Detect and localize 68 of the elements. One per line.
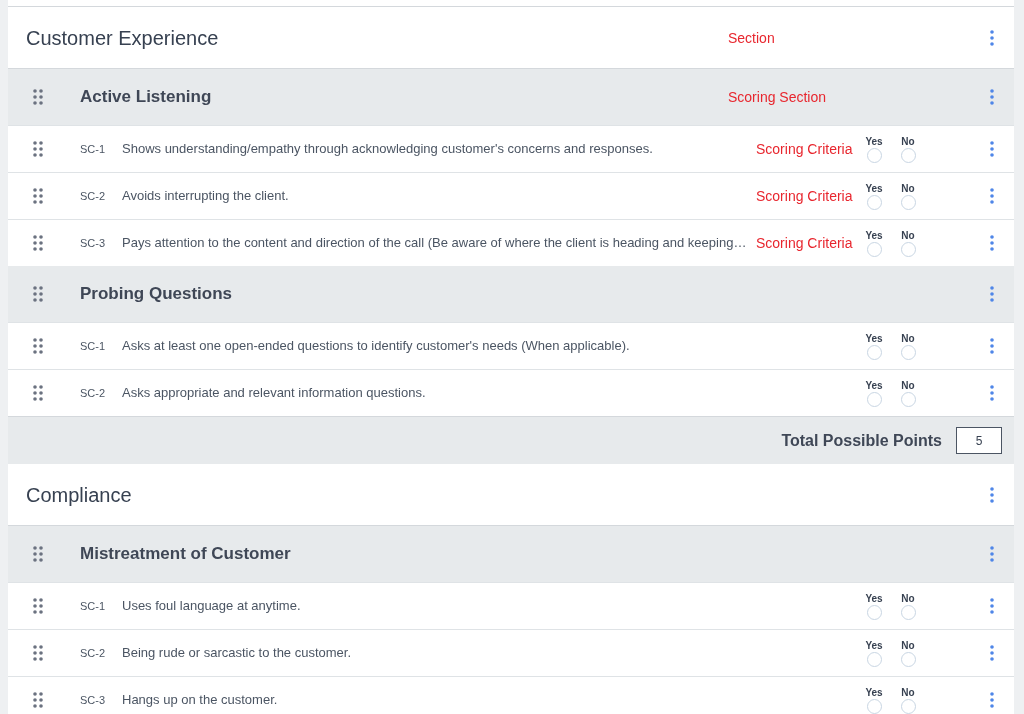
criterion-code: SC-1 (80, 141, 107, 157)
radio-option[interactable]: No (898, 686, 918, 714)
radio-option[interactable]: No (898, 379, 918, 407)
criterion-text: Asks at least one open-ended questions to identify customer's needs (When applicable). (122, 338, 631, 354)
criterion-code: SC-2 (80, 385, 107, 401)
drag-handle-icon[interactable] (32, 140, 44, 158)
radio-option[interactable]: Yes (864, 592, 884, 620)
criterion-code: SC-2 (80, 188, 107, 204)
annotation-label: Scoring Section (728, 89, 827, 105)
criterion-code: SC-3 (80, 235, 107, 251)
more-options-icon (990, 89, 994, 105)
criterion-code: SC-1 (80, 338, 107, 354)
drag-handle-icon[interactable] (32, 187, 44, 205)
radio-option[interactable]: No (898, 135, 918, 163)
total-points-field[interactable]: 5 (956, 427, 1002, 454)
criterion-text: Avoids interrupting the client. (122, 188, 290, 204)
drag-handle-icon[interactable] (32, 644, 44, 662)
radio-option[interactable]: No (898, 332, 918, 360)
radio-option[interactable]: No (898, 229, 918, 257)
radio-option[interactable]: No (898, 592, 918, 620)
more-options-icon (990, 188, 994, 204)
more-options-icon (990, 546, 994, 562)
criterion-code: SC-1 (80, 598, 107, 614)
criterion-code: SC-3 (80, 692, 107, 708)
drag-handle-icon[interactable] (32, 234, 44, 252)
more-options-icon (990, 29, 994, 46)
radio-option[interactable]: Yes (864, 639, 884, 667)
more-options-icon (990, 286, 994, 302)
more-options-icon (990, 598, 994, 614)
radio-option[interactable]: Yes (864, 379, 884, 407)
drag-handle-icon[interactable] (32, 545, 44, 563)
more-options-icon (990, 385, 994, 401)
criterion-code: SC-2 (80, 645, 107, 661)
radio-option[interactable]: No (898, 182, 918, 210)
annotation-label: Section (728, 29, 775, 46)
drag-handle-icon[interactable] (32, 597, 44, 615)
radio-option[interactable]: Yes (864, 686, 884, 714)
drag-handle-icon[interactable] (32, 337, 44, 355)
radio-option[interactable]: Yes (864, 332, 884, 360)
criterion-text: Hangs up on the customer. (122, 692, 279, 708)
section-title: Compliance (26, 482, 133, 508)
drag-handle-icon[interactable] (32, 384, 44, 402)
criterion-text: Uses foul language at anytime. (122, 598, 302, 614)
radio-option[interactable]: No (898, 639, 918, 667)
more-options-icon (990, 235, 994, 251)
more-options-icon (990, 486, 994, 503)
more-options-icon (990, 141, 994, 157)
more-options-icon (990, 338, 994, 354)
more-options-icon (990, 692, 994, 708)
total-label: Total Possible Points (781, 430, 942, 451)
radio-option[interactable]: Yes (864, 229, 884, 257)
scoring-section-title: Probing Questions (80, 283, 234, 306)
radio-option[interactable]: Yes (864, 182, 884, 210)
criterion-text: Shows understanding/empathy through acknowledging customer's concerns and responses. (122, 141, 654, 157)
drag-handle-icon[interactable] (32, 691, 44, 709)
scoring-section-title: Mistreatment of Customer (80, 543, 292, 566)
annotation-label: Scoring Criteria (756, 186, 853, 206)
criterion-text: Pays attention to the content and direction of the call (Be aware of where the client is heading and keeping… (122, 235, 748, 251)
criterion-text: Asks appropriate and relevant information questions. (122, 385, 427, 401)
annotation-label: Scoring Criteria (756, 233, 853, 253)
drag-handle-icon[interactable] (32, 88, 44, 106)
drag-handle-icon[interactable] (32, 285, 44, 303)
more-options-icon (990, 645, 994, 661)
scoring-section-title: Active Listening (80, 86, 213, 109)
radio-option[interactable]: Yes (864, 135, 884, 163)
criterion-text: Being rude or sarcastic to the customer. (122, 645, 353, 661)
section-title: Customer Experience (26, 25, 220, 51)
annotation-label: Scoring Criteria (756, 139, 853, 159)
